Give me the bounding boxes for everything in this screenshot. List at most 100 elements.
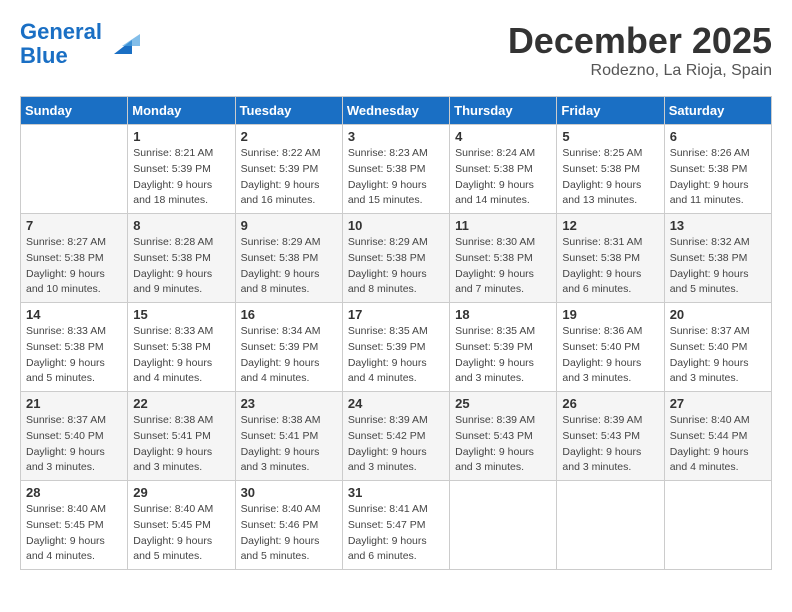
calendar-table: SundayMondayTuesdayWednesdayThursdayFrid… — [20, 96, 772, 570]
calendar-day-cell: 3 Sunrise: 8:23 AMSunset: 5:38 PMDaylight… — [342, 125, 449, 214]
calendar-day-cell: 6Sunrise: 8:26 AMSunset: 5:38 PMDaylight… — [664, 125, 771, 214]
day-info: Sunrise: 8:41 AMSunset: 5:47 PMDaylight:… — [348, 502, 444, 565]
day-number: 25 — [455, 396, 551, 411]
calendar-empty-cell — [557, 481, 664, 570]
day-number: 19 — [562, 307, 658, 322]
calendar-day-cell: 25 Sunrise: 8:39 AMSunset: 5:43 PMDayligh… — [450, 392, 557, 481]
calendar-day-cell: 1 Sunrise: 8:21 AMSunset: 5:39 PMDaylight… — [128, 125, 235, 214]
calendar-day-cell: 19 Sunrise: 8:36 AMSunset: 5:40 PMDayligh… — [557, 303, 664, 392]
day-number: 18 — [455, 307, 551, 322]
day-number: 13 — [670, 218, 766, 233]
calendar-day-cell: 15 Sunrise: 8:33 AMSunset: 5:38 PMDayligh… — [128, 303, 235, 392]
calendar-day-cell: 10 Sunrise: 8:29 AMSunset: 5:38 PMDayligh… — [342, 214, 449, 303]
calendar-empty-cell — [664, 481, 771, 570]
day-number: 20 — [670, 307, 766, 322]
day-info: Sunrise: 8:30 AMSunset: 5:38 PMDaylight:… — [455, 235, 551, 298]
calendar-day-cell: 5Sunrise: 8:25 AMSunset: 5:38 PMDaylight… — [557, 125, 664, 214]
calendar-day-cell: 24 Sunrise: 8:39 AMSunset: 5:42 PMDayligh… — [342, 392, 449, 481]
day-number: 8 — [133, 218, 229, 233]
page-header: GeneralBlue December 2025 Rodezno, La Ri… — [20, 20, 772, 80]
day-info: Sunrise: 8:29 AMSunset: 5:38 PMDaylight:… — [241, 235, 337, 298]
calendar-week-row: 14 Sunrise: 8:33 AMSunset: 5:38 PMDayligh… — [21, 303, 772, 392]
calendar-day-cell: 16 Sunrise: 8:34 AMSunset: 5:39 PMDayligh… — [235, 303, 342, 392]
day-info: Sunrise: 8:40 AMSunset: 5:45 PMDaylight:… — [26, 502, 122, 565]
logo-icon — [104, 26, 140, 62]
weekday-header-row: SundayMondayTuesdayWednesdayThursdayFrid… — [21, 97, 772, 125]
calendar-week-row: 21 Sunrise: 8:37 AMSunset: 5:40 PMDayligh… — [21, 392, 772, 481]
weekday-header-thursday: Thursday — [450, 97, 557, 125]
logo: GeneralBlue — [20, 20, 140, 68]
weekday-header-monday: Monday — [128, 97, 235, 125]
month-title: December 2025 — [508, 20, 772, 62]
day-info: Sunrise: 8:24 AMSunset: 5:38 PMDaylight:… — [455, 146, 551, 209]
day-info: Sunrise: 8:36 AMSunset: 5:40 PMDaylight:… — [562, 324, 658, 387]
day-info: Sunrise: 8:34 AMSunset: 5:39 PMDaylight:… — [241, 324, 337, 387]
calendar-week-row: 7Sunrise: 8:27 AMSunset: 5:38 PMDaylight… — [21, 214, 772, 303]
day-info: Sunrise: 8:29 AMSunset: 5:38 PMDaylight:… — [348, 235, 444, 298]
day-info: Sunrise: 8:38 AMSunset: 5:41 PMDaylight:… — [133, 413, 229, 476]
calendar-day-cell: 30 Sunrise: 8:40 AMSunset: 5:46 PMDayligh… — [235, 481, 342, 570]
day-number: 17 — [348, 307, 444, 322]
day-number: 27 — [670, 396, 766, 411]
calendar-day-cell: 17 Sunrise: 8:35 AMSunset: 5:39 PMDayligh… — [342, 303, 449, 392]
day-info: Sunrise: 8:40 AMSunset: 5:44 PMDaylight:… — [670, 413, 766, 476]
day-info: Sunrise: 8:22 AMSunset: 5:39 PMDaylight:… — [241, 146, 337, 209]
weekday-header-wednesday: Wednesday — [342, 97, 449, 125]
day-number: 29 — [133, 485, 229, 500]
day-info: Sunrise: 8:39 AMSunset: 5:42 PMDaylight:… — [348, 413, 444, 476]
calendar-day-cell: 8 Sunrise: 8:28 AMSunset: 5:38 PMDaylight… — [128, 214, 235, 303]
day-number: 21 — [26, 396, 122, 411]
calendar-week-row: 1 Sunrise: 8:21 AMSunset: 5:39 PMDaylight… — [21, 125, 772, 214]
day-number: 5 — [562, 129, 658, 144]
calendar-day-cell: 2Sunrise: 8:22 AMSunset: 5:39 PMDaylight… — [235, 125, 342, 214]
day-number: 26 — [562, 396, 658, 411]
day-number: 24 — [348, 396, 444, 411]
day-number: 9 — [241, 218, 337, 233]
weekday-header-friday: Friday — [557, 97, 664, 125]
day-number: 14 — [26, 307, 122, 322]
day-number: 1 — [133, 129, 229, 144]
day-info: Sunrise: 8:27 AMSunset: 5:38 PMDaylight:… — [26, 235, 122, 298]
day-number: 22 — [133, 396, 229, 411]
day-info: Sunrise: 8:28 AMSunset: 5:38 PMDaylight:… — [133, 235, 229, 298]
calendar-day-cell: 29Sunrise: 8:40 AMSunset: 5:45 PMDayligh… — [128, 481, 235, 570]
day-number: 23 — [241, 396, 337, 411]
day-number: 30 — [241, 485, 337, 500]
day-number: 6 — [670, 129, 766, 144]
day-info: Sunrise: 8:39 AMSunset: 5:43 PMDaylight:… — [562, 413, 658, 476]
day-number: 10 — [348, 218, 444, 233]
weekday-header-sunday: Sunday — [21, 97, 128, 125]
calendar-day-cell: 12 Sunrise: 8:31 AMSunset: 5:38 PMDayligh… — [557, 214, 664, 303]
title-block: December 2025 Rodezno, La Rioja, Spain — [508, 20, 772, 80]
calendar-day-cell: 14 Sunrise: 8:33 AMSunset: 5:38 PMDayligh… — [21, 303, 128, 392]
day-info: Sunrise: 8:33 AMSunset: 5:38 PMDaylight:… — [26, 324, 122, 387]
calendar-day-cell: 13 Sunrise: 8:32 AMSunset: 5:38 PMDayligh… — [664, 214, 771, 303]
calendar-day-cell: 21 Sunrise: 8:37 AMSunset: 5:40 PMDayligh… — [21, 392, 128, 481]
calendar-day-cell: 31 Sunrise: 8:41 AMSunset: 5:47 PMDayligh… — [342, 481, 449, 570]
day-info: Sunrise: 8:32 AMSunset: 5:38 PMDaylight:… — [670, 235, 766, 298]
calendar-empty-cell — [450, 481, 557, 570]
weekday-header-saturday: Saturday — [664, 97, 771, 125]
day-info: Sunrise: 8:31 AMSunset: 5:38 PMDaylight:… — [562, 235, 658, 298]
calendar-day-cell: 27 Sunrise: 8:40 AMSunset: 5:44 PMDayligh… — [664, 392, 771, 481]
calendar-day-cell: 18Sunrise: 8:35 AMSunset: 5:39 PMDayligh… — [450, 303, 557, 392]
calendar-day-cell: 28Sunrise: 8:40 AMSunset: 5:45 PMDayligh… — [21, 481, 128, 570]
day-info: Sunrise: 8:21 AMSunset: 5:39 PMDaylight:… — [133, 146, 229, 209]
day-info: Sunrise: 8:23 AMSunset: 5:38 PMDaylight:… — [348, 146, 444, 209]
calendar-day-cell: 9 Sunrise: 8:29 AMSunset: 5:38 PMDaylight… — [235, 214, 342, 303]
day-number: 15 — [133, 307, 229, 322]
weekday-header-tuesday: Tuesday — [235, 97, 342, 125]
day-info: Sunrise: 8:39 AMSunset: 5:43 PMDaylight:… — [455, 413, 551, 476]
calendar-day-cell: 26 Sunrise: 8:39 AMSunset: 5:43 PMDayligh… — [557, 392, 664, 481]
day-number: 31 — [348, 485, 444, 500]
calendar-day-cell: 22 Sunrise: 8:38 AMSunset: 5:41 PMDayligh… — [128, 392, 235, 481]
day-number: 12 — [562, 218, 658, 233]
day-info: Sunrise: 8:37 AMSunset: 5:40 PMDaylight:… — [26, 413, 122, 476]
day-number: 16 — [241, 307, 337, 322]
day-info: Sunrise: 8:40 AMSunset: 5:46 PMDaylight:… — [241, 502, 337, 565]
day-info: Sunrise: 8:33 AMSunset: 5:38 PMDaylight:… — [133, 324, 229, 387]
location: Rodezno, La Rioja, Spain — [508, 62, 772, 80]
calendar-day-cell: 11Sunrise: 8:30 AMSunset: 5:38 PMDayligh… — [450, 214, 557, 303]
day-info: Sunrise: 8:35 AMSunset: 5:39 PMDaylight:… — [348, 324, 444, 387]
day-number: 3 — [348, 129, 444, 144]
